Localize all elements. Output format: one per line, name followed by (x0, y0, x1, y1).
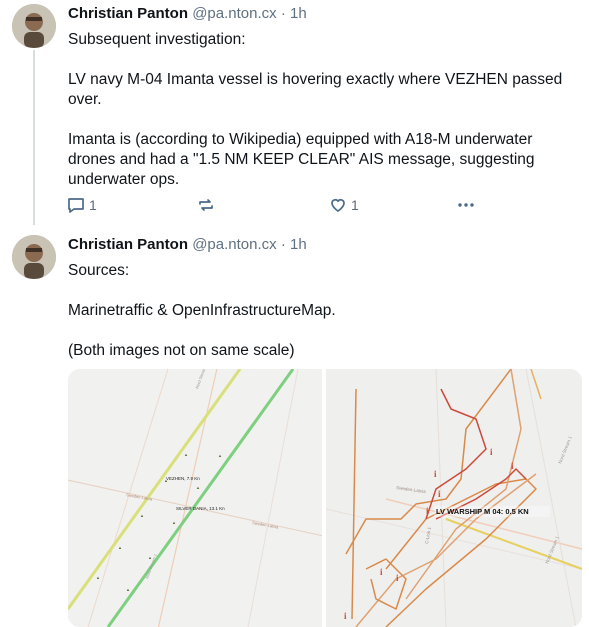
map-text: ▲ (218, 453, 222, 458)
author-handle[interactable]: @pa.nton.cx (192, 236, 276, 253)
map-text: ▲ (118, 545, 122, 550)
paragraph: Imanta is (according to Wikipedia) equip… (68, 131, 535, 188)
avatar[interactable] (12, 235, 56, 279)
post-header: Christian Panton @pa.nton.cx · 1h (68, 236, 307, 253)
paragraph: Sources: (68, 262, 130, 279)
timestamp[interactable]: 1h (290, 236, 307, 253)
like-button[interactable]: 1 (328, 195, 359, 215)
openinfrastructuremap-image[interactable]: i i i i i i i i LV WARSHIP M 04: 0.5 KN … (326, 369, 582, 627)
paragraph: LV navy M-04 Imanta vessel is hovering e… (68, 71, 563, 108)
more-horizontal-icon (456, 195, 476, 215)
map-text: ▲ (172, 520, 176, 525)
paragraph: Marinetraffic & OpenInfrastructureMap. (68, 302, 336, 319)
repost-button[interactable] (196, 195, 216, 215)
separator: · (280, 5, 286, 22)
post-text: Subsequent investigation: LV navy M-04 I… (68, 30, 568, 210)
reply-icon (66, 195, 86, 215)
ship-label-vezhen: VEZHEN, 7.9 Kn (166, 476, 200, 481)
map-text: ▲ (184, 452, 188, 457)
author-name[interactable]: Christian Panton (68, 236, 188, 253)
action-bar: 1 1 (66, 195, 486, 217)
paragraph: (Both images not on same scale) (68, 342, 295, 359)
heart-icon (328, 195, 348, 215)
post-text: Sources: Marinetraffic & OpenInfrastruct… (68, 261, 568, 381)
map-text: ▲ (140, 513, 144, 518)
map-text: ▲ (196, 485, 200, 490)
like-count: 1 (351, 197, 359, 213)
post-header: Christian Panton @pa.nton.cx · 1h (68, 5, 307, 22)
timestamp[interactable]: 1h (290, 5, 307, 22)
reply-count: 1 (89, 197, 97, 213)
author-name[interactable]: Christian Panton (68, 5, 188, 22)
ship-label-warship: LV WARSHIP M 04: 0.5 KN (436, 507, 529, 516)
separator: · (280, 236, 286, 253)
reply-button[interactable]: 1 (66, 195, 97, 215)
paragraph: Subsequent investigation: (68, 31, 246, 48)
map-text: ▲ (96, 575, 100, 580)
marinetraffic-image[interactable]: ▲ ▲ ▲ ▲ ▲ ▲ ▲ ▲ ▲ ▲ VEZHEN, 7.9 Kn SILVE… (68, 369, 322, 627)
more-button[interactable] (456, 195, 476, 215)
map-text: ▲ (126, 587, 130, 592)
thread-connector (33, 50, 35, 225)
image-gallery: ▲ ▲ ▲ ▲ ▲ ▲ ▲ ▲ ▲ ▲ VEZHEN, 7.9 Kn SILVE… (68, 369, 582, 627)
repost-icon (196, 195, 216, 215)
avatar[interactable] (12, 4, 56, 48)
author-handle[interactable]: @pa.nton.cx (192, 5, 276, 22)
ship-label-dania: SILVER DANIA, 13.1 Kn (176, 506, 225, 511)
post-1[interactable]: Christian Panton @pa.nton.cx · 1h Subseq… (0, 0, 589, 225)
